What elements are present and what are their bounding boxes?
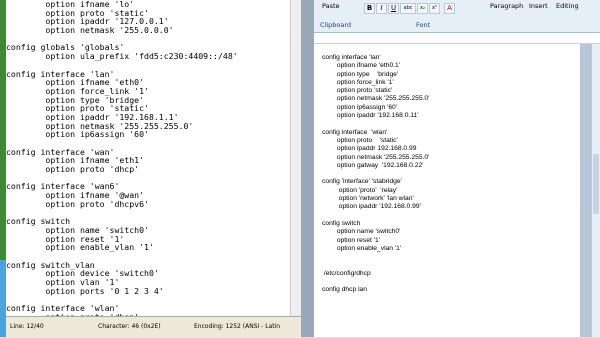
document-line: option ipaddr '192.168.0.99': [322, 203, 421, 211]
document-line: option name 'switch0': [322, 228, 401, 236]
editor-line: option enable_vlan '1': [6, 242, 154, 253]
document-line: /etc/config/dhcp: [322, 269, 371, 277]
document-line: config switch: [322, 219, 361, 227]
superscript-button[interactable]: x²: [429, 3, 440, 14]
document-line: option netmask '255.255.255.0': [322, 95, 430, 103]
editor-line: option proto 'dhcp': [6, 164, 140, 175]
status-encoding: Encoding: 1252 (ANSI - Latin: [194, 323, 281, 330]
status-line: Line: 12/40: [10, 323, 44, 330]
document-line: config dhcp lan: [322, 286, 367, 294]
paste-button[interactable]: Paste: [322, 2, 340, 10]
ribbon: Paste Clipboard B I U abc x₂ x² A Font P…: [314, 0, 600, 33]
document-area: config interface 'lan' option ifname 'et…: [314, 44, 592, 337]
document-vertical-scrollbar[interactable]: [591, 44, 600, 337]
editor-line: option ula_prefix 'fdd5:c230:4409::/48': [6, 51, 238, 62]
window-gap: [301, 0, 314, 337]
document-page[interactable]: config interface 'lan' option ifname 'et…: [314, 44, 580, 337]
subscript-button[interactable]: x₂: [417, 3, 428, 14]
status-character: Character: 46 (0x2E): [98, 323, 161, 330]
document-line: option proto 'static': [322, 87, 393, 95]
editor-line: option proto 'dhcpv6': [6, 198, 149, 209]
document-line: option ifname 'eth0.1': [322, 62, 401, 70]
editor-line: option netmask '255.0.0.0': [6, 25, 174, 36]
document-line: option type 'bridge': [322, 70, 399, 78]
document-line: config 'interface' 'stabridge': [322, 178, 402, 186]
strikethrough-button[interactable]: abc: [400, 3, 416, 14]
document-text: config interface 'lan' option ifname 'et…: [322, 54, 580, 337]
clipboard-group-label: Clipboard: [320, 21, 352, 29]
ruler: [314, 33, 600, 44]
editor-content: option ifname 'lo' option proto 'static'…: [6, 0, 291, 316]
document-line: option gatway '192.168.0.22': [322, 161, 424, 169]
word-processor-window: Paste Clipboard B I U abc x₂ x² A Font P…: [314, 0, 600, 337]
font-group-label: Font: [416, 21, 431, 29]
document-line: option force_link '1': [322, 78, 394, 86]
document-line: option netmask '255.255.255.0': [322, 153, 430, 161]
editing-button[interactable]: Editing: [556, 2, 579, 10]
document-line: config interface 'wlan': [322, 128, 388, 136]
editor-vertical-scrollbar[interactable]: [290, 0, 301, 316]
insert-button[interactable]: Insert: [529, 2, 548, 10]
document-line: option ip6assign '60': [322, 103, 398, 111]
paragraph-button[interactable]: Paragraph: [490, 2, 523, 10]
document-line: option proto 'static': [322, 136, 398, 144]
italic-button[interactable]: I: [376, 3, 387, 14]
document-line: option ipaddr 192.168.0.99: [322, 145, 417, 153]
document-line: option 'proto' 'relay': [322, 186, 398, 194]
text-editor-window: option ifname 'lo' option proto 'static'…: [6, 0, 301, 338]
editor-line: option ip6assign '60': [6, 129, 149, 140]
document-line: option ipaddr '192.168.0.11': [322, 112, 419, 120]
document-line: option 'network' 'lan wlan': [322, 195, 414, 203]
bold-button[interactable]: B: [364, 3, 375, 14]
editor-line: option ports '0 1 2 3 4': [6, 285, 164, 296]
underline-button[interactable]: U: [388, 3, 399, 14]
scrollbar-thumb[interactable]: [593, 154, 599, 214]
font-color-button[interactable]: A: [444, 3, 455, 14]
editor-text-area[interactable]: option ifname 'lo' option proto 'static'…: [6, 0, 291, 316]
document-line: config interface 'lan': [322, 54, 381, 61]
editor-status-bar: Line: 12/40 Character: 46 (0x2E) Encodin…: [6, 316, 301, 338]
document-line: option reset '1': [322, 236, 380, 244]
document-line: option enable_vlan '1': [322, 244, 402, 252]
